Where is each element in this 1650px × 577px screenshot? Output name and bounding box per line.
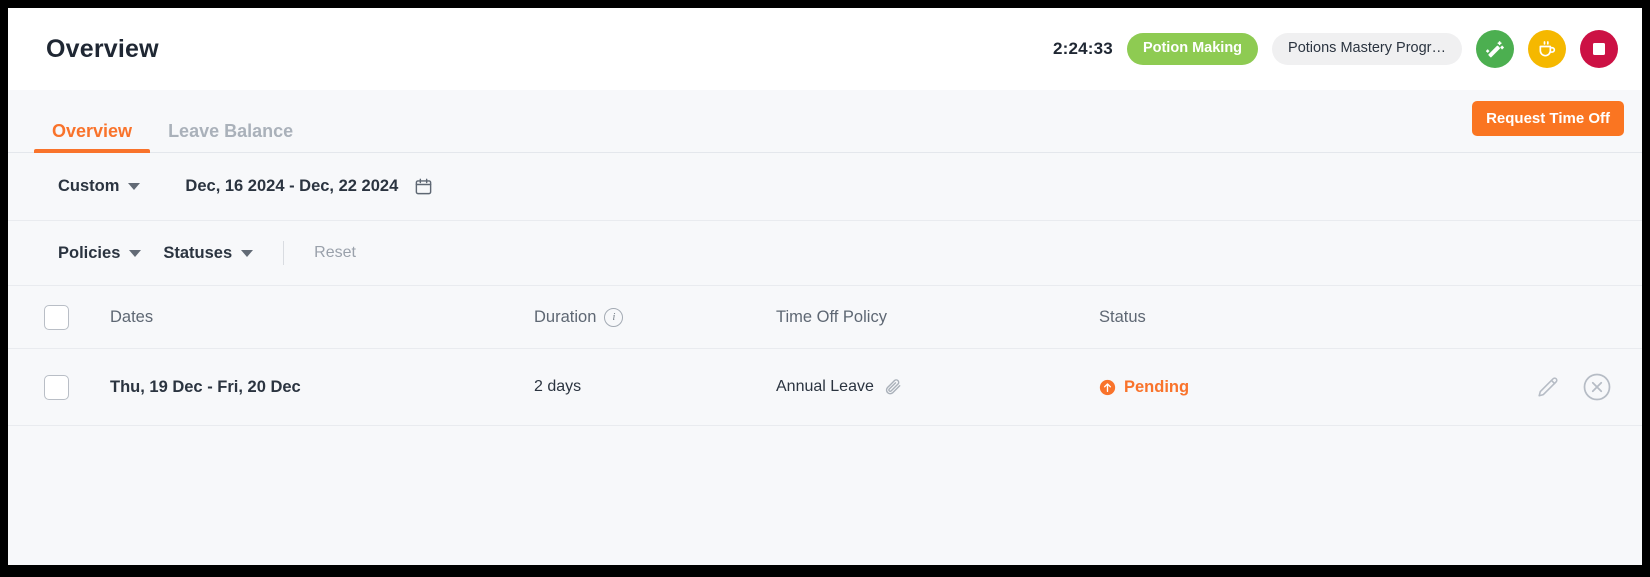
calendar-icon bbox=[415, 178, 432, 195]
current-task-pill[interactable]: Potion Making bbox=[1126, 33, 1259, 65]
stop-square-icon bbox=[1593, 43, 1605, 55]
tab-overview[interactable]: Overview bbox=[34, 122, 151, 153]
row-actions bbox=[1434, 372, 1642, 402]
column-header-status[interactable]: Status bbox=[1099, 308, 1434, 327]
status-label: Pending bbox=[1124, 377, 1190, 396]
pencil-icon bbox=[1538, 376, 1558, 397]
filters-row: Policies Statuses Reset bbox=[8, 221, 1642, 286]
tab-leave-balance[interactable]: Leave Balance bbox=[150, 122, 311, 152]
date-range-filter-row: Custom Dec, 16 2024 - Dec, 22 2024 bbox=[8, 153, 1642, 221]
column-header-duration-label: Duration bbox=[534, 307, 597, 326]
table-row[interactable]: Thu, 19 Dec - Fri, 20 Dec 2 days Annual … bbox=[8, 349, 1642, 426]
stop-timer-button[interactable] bbox=[1580, 30, 1618, 68]
reset-filters-button[interactable]: Reset bbox=[314, 244, 356, 262]
date-range-picker[interactable]: Dec, 16 2024 - Dec, 22 2024 bbox=[185, 177, 433, 196]
policies-label: Policies bbox=[58, 243, 121, 262]
app-viewport: Overview 2:24:33 Potion Making Potions M… bbox=[8, 8, 1642, 565]
range-preset-label: Custom bbox=[58, 177, 120, 195]
statuses-label: Statuses bbox=[163, 243, 233, 262]
time-off-table: Dates Duration i Time Off Policy Status … bbox=[8, 286, 1642, 426]
current-project-pill[interactable]: Potions Mastery Progr… bbox=[1272, 33, 1462, 65]
chevron-down-icon bbox=[128, 183, 141, 190]
column-header-dates[interactable]: Dates bbox=[110, 308, 534, 327]
select-all-cell bbox=[44, 304, 110, 330]
timer-display: 2:24:33 bbox=[1052, 39, 1113, 58]
status-badge-pending: Pending bbox=[1099, 378, 1434, 397]
chevron-down-icon bbox=[241, 249, 254, 257]
magic-wand-button[interactable] bbox=[1476, 30, 1514, 68]
cell-dates: Thu, 19 Dec - Fri, 20 Dec bbox=[110, 377, 301, 396]
cell-policy: Annual Leave bbox=[776, 377, 1099, 397]
statuses-dropdown[interactable]: Statuses bbox=[163, 243, 254, 263]
cancel-request-button[interactable] bbox=[1582, 372, 1612, 402]
pending-arrow-up-icon bbox=[1099, 379, 1116, 395]
edit-request-button[interactable] bbox=[1535, 372, 1560, 402]
tabs-list: Overview Leave Balance bbox=[8, 90, 311, 153]
row-select-cell bbox=[44, 374, 110, 400]
date-range-label: Dec, 16 2024 - Dec, 22 2024 bbox=[185, 177, 399, 195]
cell-policy-label: Annual Leave bbox=[776, 378, 874, 395]
top-header-bar: Overview 2:24:33 Potion Making Potions M… bbox=[8, 8, 1642, 90]
tabs-bar: Overview Leave Balance Request Time Off bbox=[8, 90, 1642, 153]
timer-tracker-group: 2:24:33 Potion Making Potions Mastery Pr… bbox=[1053, 30, 1618, 68]
paperclip-icon[interactable] bbox=[883, 377, 903, 397]
magic-wand-icon bbox=[1486, 41, 1504, 58]
cancel-circle-x-icon bbox=[1583, 373, 1611, 401]
chevron-down-icon bbox=[129, 249, 142, 257]
cell-status: Pending bbox=[1099, 378, 1434, 397]
info-icon[interactable]: i bbox=[604, 307, 624, 327]
cell-duration: 2 days bbox=[534, 378, 582, 395]
policies-dropdown[interactable]: Policies bbox=[58, 243, 142, 263]
filters-divider bbox=[283, 241, 285, 265]
column-header-duration[interactable]: Duration i bbox=[534, 307, 776, 327]
column-header-policy[interactable]: Time Off Policy bbox=[776, 308, 1099, 327]
coffee-cup-icon bbox=[1539, 41, 1556, 57]
coffee-break-button[interactable] bbox=[1528, 30, 1566, 68]
select-all-checkbox[interactable] bbox=[44, 304, 69, 330]
request-time-off-button[interactable]: Request Time Off bbox=[1472, 101, 1624, 136]
table-header-row: Dates Duration i Time Off Policy Status bbox=[8, 286, 1642, 349]
row-checkbox[interactable] bbox=[44, 374, 69, 400]
page-title: Overview bbox=[46, 34, 159, 63]
range-preset-dropdown[interactable]: Custom bbox=[58, 177, 141, 196]
